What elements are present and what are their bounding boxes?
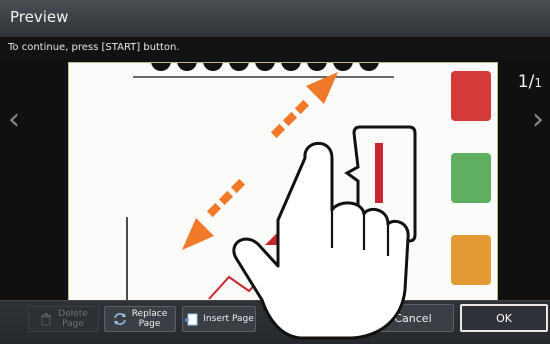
delete-page-button[interactable]: Delete Page — [28, 306, 99, 332]
red-swatch — [451, 71, 491, 121]
chevron-right-icon[interactable]: › — [528, 100, 548, 140]
window-title: Preview — [10, 8, 69, 26]
ok-label: OK — [496, 311, 512, 325]
insert-page-icon — [185, 313, 198, 326]
preview-page[interactable] — [68, 62, 498, 302]
insert-page-button[interactable]: Insert Page — [182, 306, 256, 332]
red-triangle — [265, 209, 301, 245]
cancel-button[interactable]: Cancel — [372, 304, 454, 332]
green-swatch — [451, 153, 491, 203]
instruction-message: To continue, press [START] button. — [8, 42, 180, 53]
page-total: 1 — [534, 76, 542, 90]
page-counter: 1/1 — [517, 72, 542, 92]
replace-icon — [113, 313, 126, 325]
trash-icon — [41, 313, 52, 326]
insert-page-label: Insert Page — [203, 314, 254, 324]
page-dots — [151, 63, 379, 71]
red-zigzag — [208, 267, 290, 300]
page-current: 1 — [517, 72, 529, 92]
message-bar: To continue, press [START] button. — [0, 38, 550, 60]
page-content — [126, 63, 491, 301]
delete-page-label: Delete Page — [58, 309, 88, 329]
exclamation-dot — [375, 211, 383, 220]
orange-swatch — [451, 235, 491, 285]
title-bar: Preview — [0, 0, 550, 38]
ok-button[interactable]: OK — [460, 304, 548, 332]
exclamation-bar — [375, 143, 383, 203]
replace-page-button[interactable]: Replace Page — [104, 306, 176, 332]
cancel-label: Cancel — [394, 311, 432, 325]
chevron-left-icon[interactable]: ‹ — [4, 100, 24, 140]
replace-page-label: Replace Page — [131, 309, 168, 329]
